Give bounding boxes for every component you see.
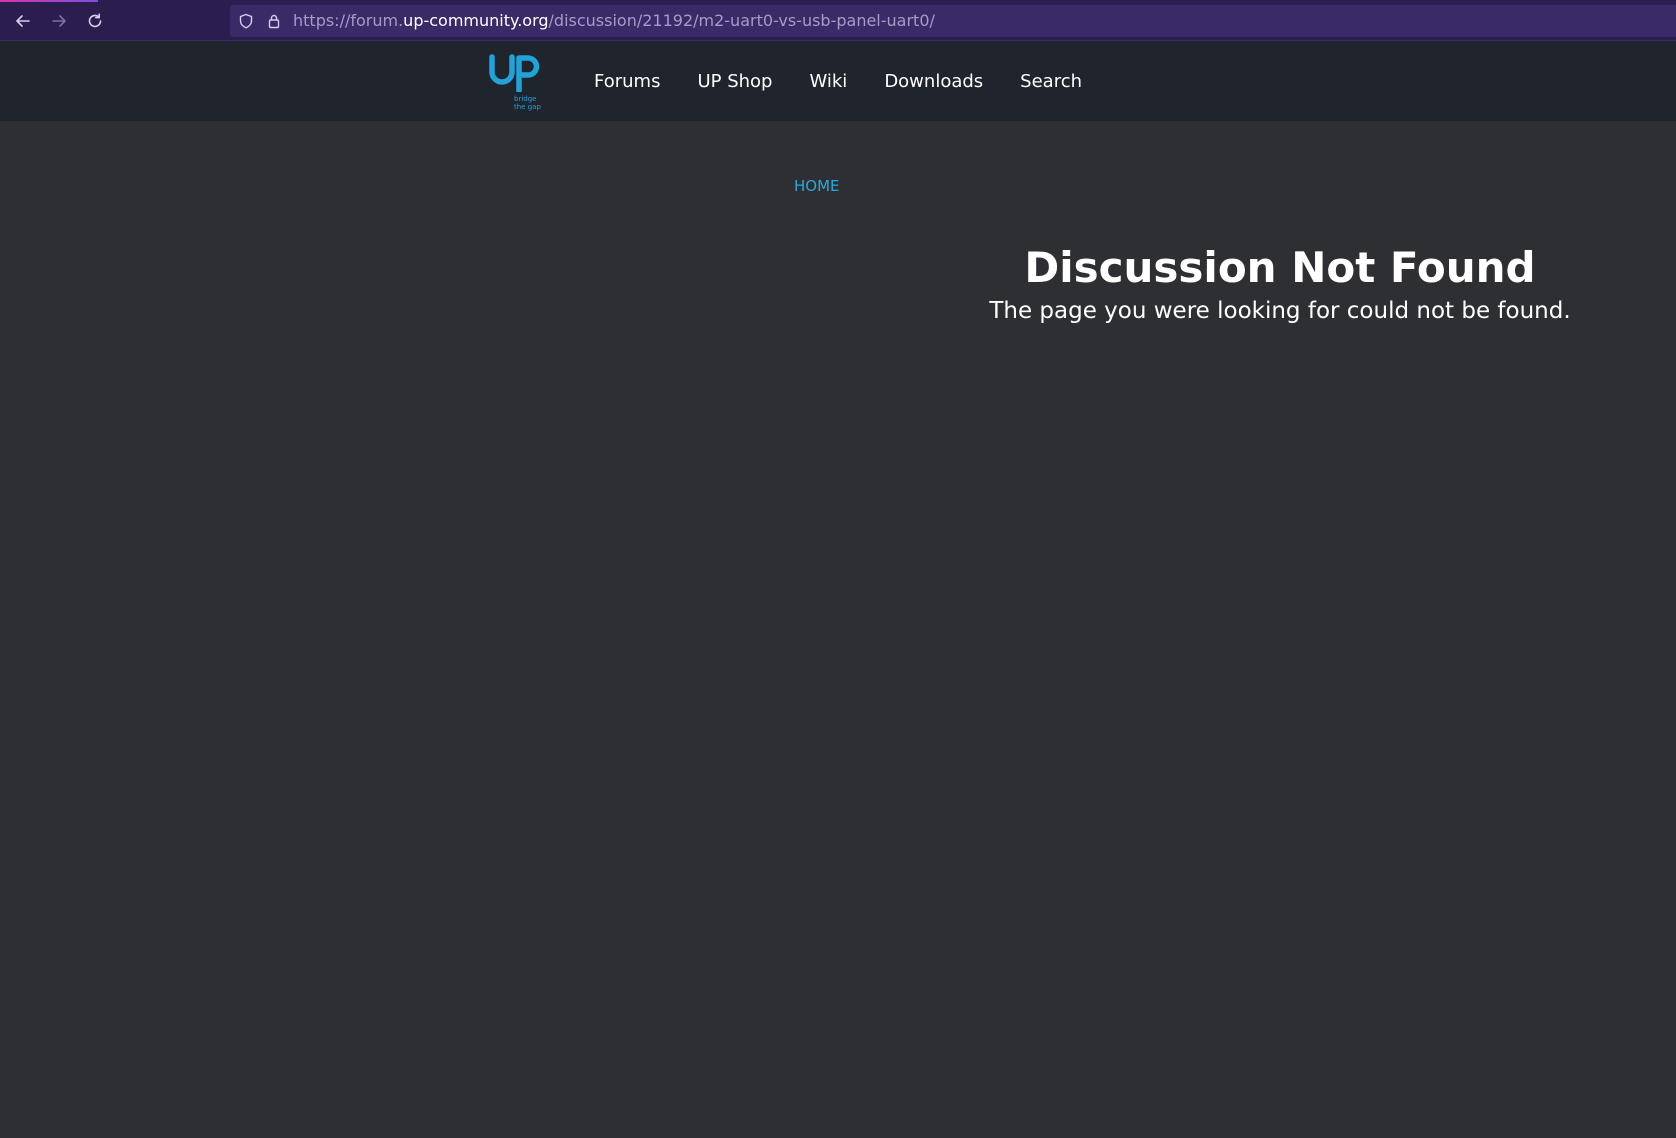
- forward-button[interactable]: [46, 9, 72, 33]
- nav-wiki[interactable]: Wiki: [809, 70, 847, 94]
- up-logo-icon: [489, 54, 540, 94]
- address-bar[interactable]: https://forum.up-community.org/discussio…: [230, 5, 1676, 37]
- browser-toolbar: https://forum.up-community.org/discussio…: [0, 0, 1676, 41]
- reload-button[interactable]: [82, 9, 108, 33]
- breadcrumb-home[interactable]: HOME: [794, 176, 840, 196]
- reload-icon: [88, 13, 102, 28]
- back-button[interactable]: [10, 9, 36, 33]
- site-header: bridge the gap Forums UP Shop Wiki Downl…: [0, 41, 1676, 121]
- url-path: /discussion/21192/m2-uart0-vs-usb-panel-…: [548, 11, 935, 30]
- up-logo[interactable]: bridge the gap: [488, 54, 548, 112]
- active-tab-indicator: [0, 0, 98, 2]
- lock-icon[interactable]: [266, 13, 282, 29]
- nav-up-shop[interactable]: UP Shop: [697, 70, 772, 94]
- page-title: Discussion Not Found: [1024, 243, 1536, 292]
- url-domain: up-community.org: [403, 11, 549, 30]
- error-block: Discussion Not Found The page you were l…: [960, 240, 1600, 326]
- logo-tagline-1: bridge: [514, 95, 537, 103]
- nav-downloads[interactable]: Downloads: [884, 70, 983, 94]
- arrow-right-icon: [52, 15, 66, 27]
- shield-icon[interactable]: [238, 13, 254, 29]
- nav-search[interactable]: Search: [1020, 70, 1082, 94]
- arrow-left-icon: [16, 15, 30, 27]
- url-text[interactable]: https://forum.up-community.org/discussio…: [293, 11, 935, 31]
- url-prefix: https://forum.: [293, 11, 404, 30]
- logo-tagline-2: the gap: [514, 103, 541, 111]
- error-message: The page you were looking for could not …: [989, 298, 1571, 324]
- main-nav: Forums UP Shop Wiki Downloads Search: [594, 70, 1119, 94]
- nav-forums[interactable]: Forums: [594, 70, 660, 94]
